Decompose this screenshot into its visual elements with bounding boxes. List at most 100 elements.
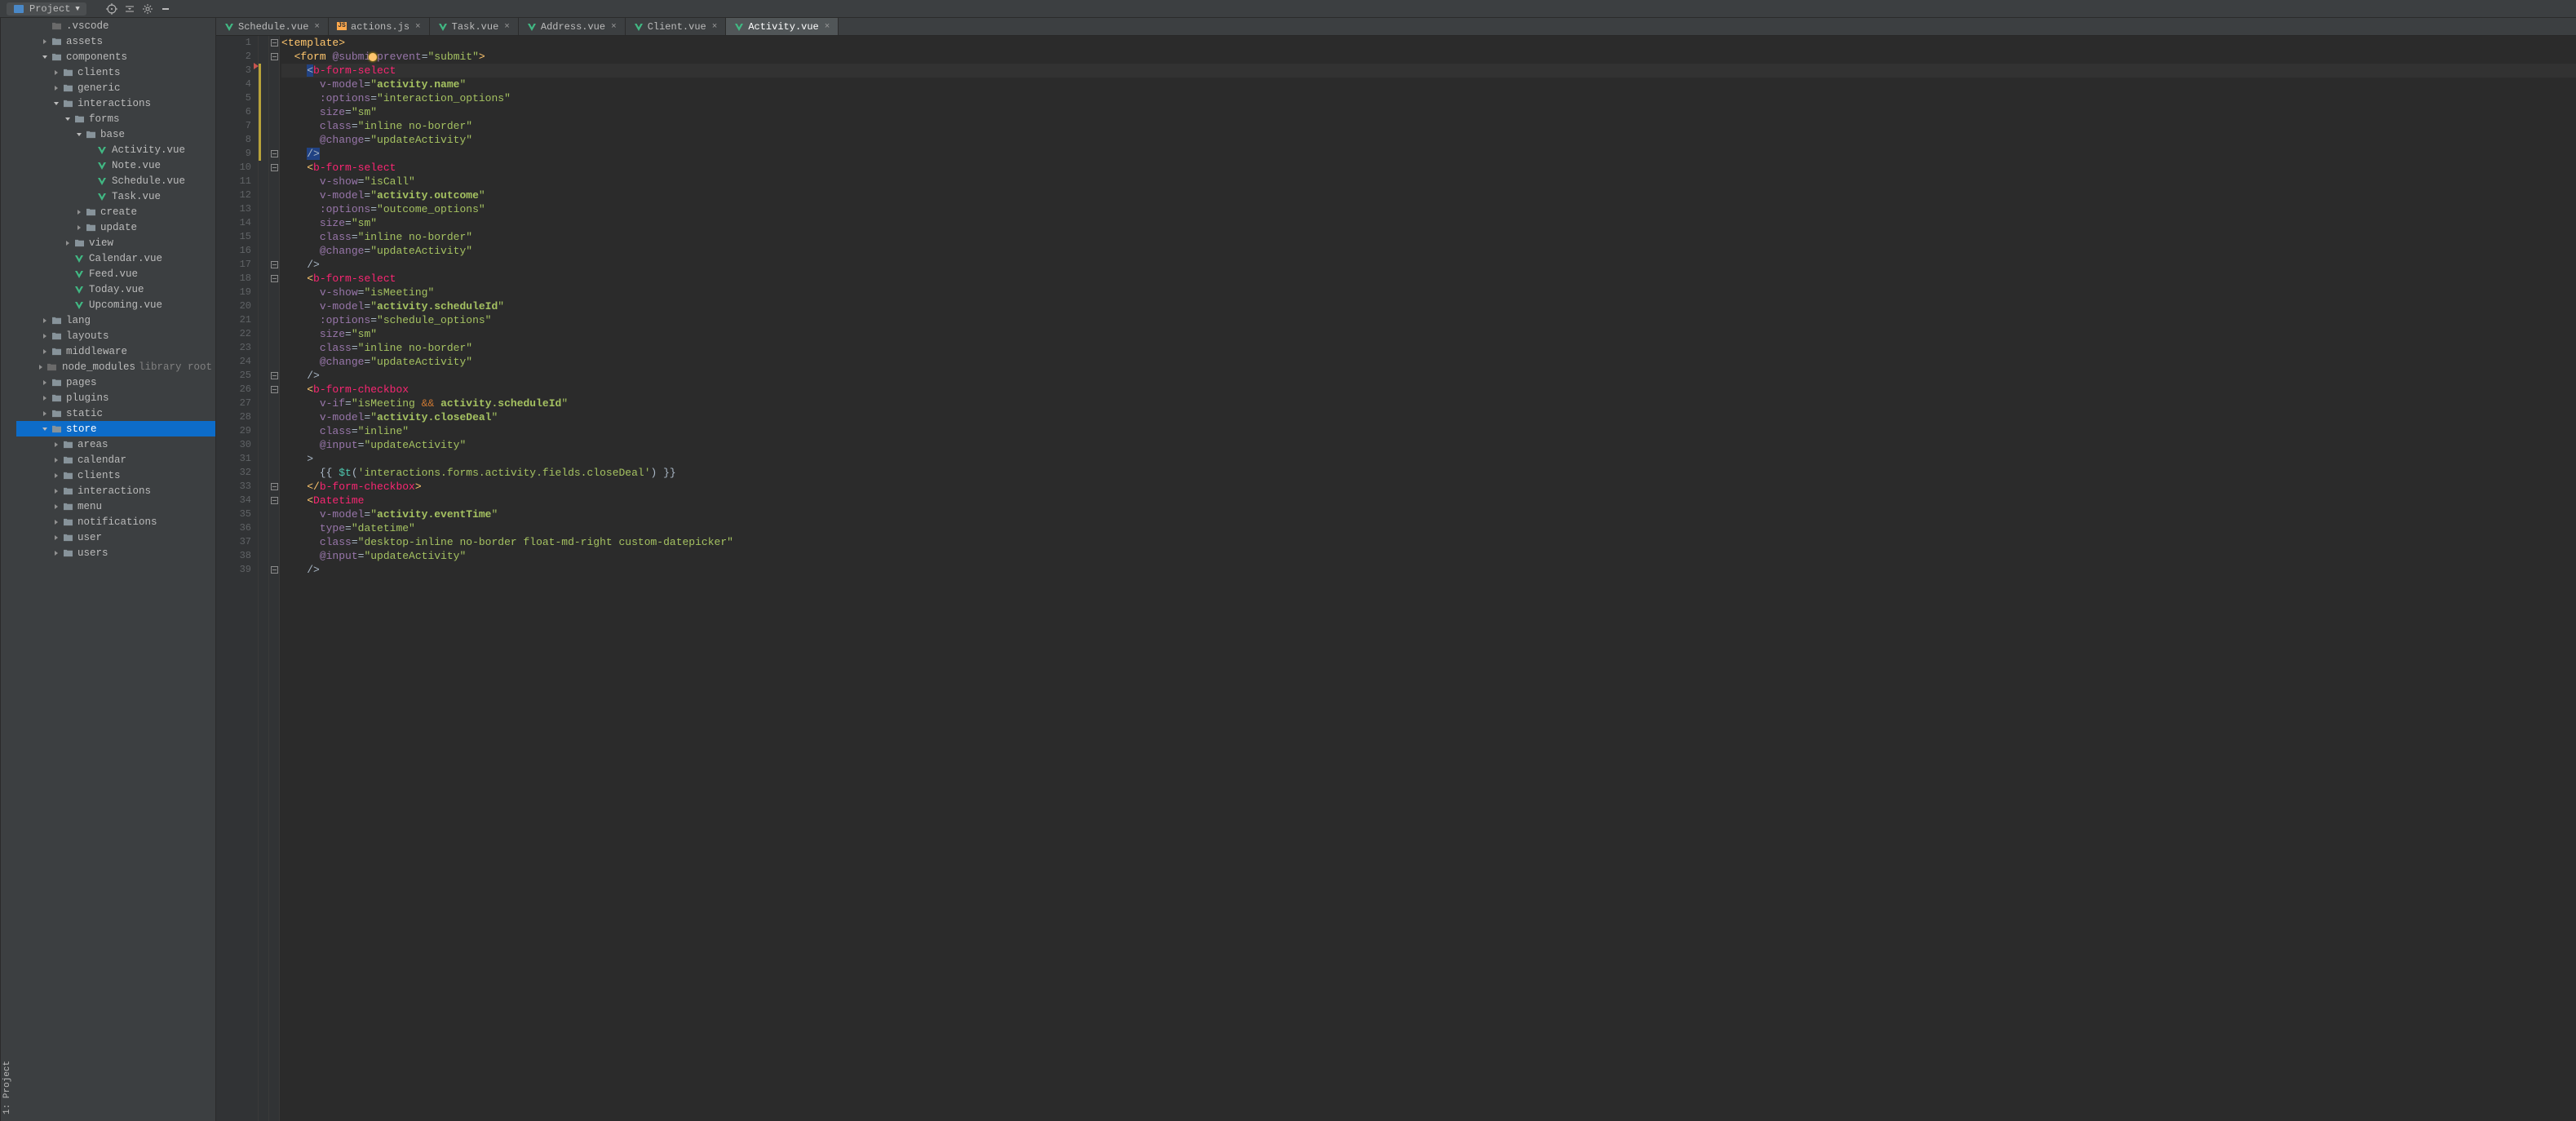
tree-item[interactable]: layouts xyxy=(16,328,215,343)
chevron-right-icon[interactable] xyxy=(41,317,49,325)
tree-item[interactable]: components xyxy=(16,49,215,64)
editor-tab[interactable]: Address.vue× xyxy=(519,18,626,35)
tree-item[interactable]: .vscode xyxy=(16,18,215,33)
close-icon[interactable]: × xyxy=(314,22,320,32)
tree-item[interactable]: lang xyxy=(16,312,215,328)
fold-icon[interactable] xyxy=(271,39,278,47)
tree-item[interactable]: view xyxy=(16,235,215,250)
code-line[interactable]: class="desktop-inline no-border float-md… xyxy=(281,535,2576,549)
minimize-icon[interactable] xyxy=(160,3,171,15)
tree-item[interactable]: static xyxy=(16,405,215,421)
close-icon[interactable]: × xyxy=(825,22,830,32)
chevron-right-icon[interactable] xyxy=(75,208,83,216)
chevron-right-icon[interactable] xyxy=(41,410,49,418)
editor-tab[interactable]: Activity.vue× xyxy=(726,18,839,35)
tree-item[interactable]: store xyxy=(16,421,215,436)
code-line[interactable]: /> xyxy=(281,258,2576,272)
tool-window-bar[interactable]: 1: Project xyxy=(0,18,16,1121)
tree-item[interactable]: menu xyxy=(16,498,215,514)
close-icon[interactable]: × xyxy=(611,22,617,32)
fold-icon[interactable] xyxy=(271,372,278,379)
target-icon[interactable] xyxy=(106,3,117,15)
tree-item[interactable]: Schedule.vue xyxy=(16,173,215,188)
tree-item[interactable]: Note.vue xyxy=(16,157,215,173)
code-line[interactable]: :options="schedule_options" xyxy=(281,313,2576,327)
code-line[interactable]: v-show="isMeeting" xyxy=(281,286,2576,299)
tree-item[interactable]: Upcoming.vue xyxy=(16,297,215,312)
chevron-right-icon[interactable] xyxy=(52,487,60,495)
code-line[interactable]: @change="updateActivity" xyxy=(281,355,2576,369)
fold-icon[interactable] xyxy=(271,275,278,282)
code-line[interactable]: type="datetime" xyxy=(281,521,2576,535)
tree-item[interactable]: areas xyxy=(16,436,215,452)
tree-item[interactable]: interactions xyxy=(16,483,215,498)
chevron-right-icon[interactable] xyxy=(64,239,72,247)
chevron-right-icon[interactable] xyxy=(52,472,60,480)
fold-icon[interactable] xyxy=(271,164,278,171)
tree-item[interactable]: pages xyxy=(16,374,215,390)
code-line[interactable]: v-model="activity.eventTime" xyxy=(281,507,2576,521)
code-line[interactable]: /> xyxy=(281,369,2576,383)
tree-item[interactable]: forms xyxy=(16,111,215,126)
chevron-down-icon[interactable] xyxy=(41,425,49,433)
code-line[interactable]: size="sm" xyxy=(281,105,2576,119)
chevron-right-icon[interactable] xyxy=(52,441,60,449)
tree-item[interactable]: assets xyxy=(16,33,215,49)
code-line[interactable]: class="inline no-border" xyxy=(281,341,2576,355)
tree-item[interactable]: generic xyxy=(16,80,215,95)
code-line[interactable]: :options="interaction_options" xyxy=(281,91,2576,105)
code-line[interactable]: <b-form-select xyxy=(281,64,2576,78)
chevron-right-icon[interactable] xyxy=(52,84,60,92)
code-line[interactable]: </b-form-checkbox> xyxy=(281,480,2576,494)
close-icon[interactable]: × xyxy=(504,22,510,32)
tree-item[interactable]: base xyxy=(16,126,215,142)
code-line[interactable]: @input="updateActivity" xyxy=(281,549,2576,563)
code-line[interactable]: <form @submi.prevent="submit"> xyxy=(281,50,2576,64)
tree-item[interactable]: clients xyxy=(16,467,215,483)
code-line[interactable]: {{ $t('interactions.forms.activity.field… xyxy=(281,466,2576,480)
chevron-right-icon[interactable] xyxy=(37,363,45,371)
tree-item[interactable]: users xyxy=(16,545,215,560)
code-line[interactable]: <b-form-select xyxy=(281,161,2576,175)
close-icon[interactable]: × xyxy=(712,22,718,32)
code-line[interactable]: v-model="activity.name" xyxy=(281,78,2576,91)
code-line[interactable]: :options="outcome_options" xyxy=(281,202,2576,216)
tree-item[interactable]: Today.vue xyxy=(16,281,215,297)
chevron-down-icon[interactable] xyxy=(52,100,60,108)
code-line[interactable]: <Datetime xyxy=(281,494,2576,507)
chevron-right-icon[interactable] xyxy=(52,69,60,77)
code-line[interactable]: class="inline" xyxy=(281,424,2576,438)
tree-item[interactable]: Activity.vue xyxy=(16,142,215,157)
code-line[interactable]: size="sm" xyxy=(281,327,2576,341)
chevron-right-icon[interactable] xyxy=(41,38,49,46)
chevron-right-icon[interactable] xyxy=(75,224,83,232)
chevron-down-icon[interactable] xyxy=(75,131,83,139)
tree-item[interactable]: notifications xyxy=(16,514,215,529)
chevron-right-icon[interactable] xyxy=(41,379,49,387)
tree-item[interactable]: user xyxy=(16,529,215,545)
code-line[interactable]: <b-form-checkbox xyxy=(281,383,2576,397)
tree-item[interactable]: create xyxy=(16,204,215,219)
tree-item[interactable]: middleware xyxy=(16,343,215,359)
chevron-right-icon[interactable] xyxy=(52,503,60,511)
chevron-right-icon[interactable] xyxy=(52,549,60,557)
code-line[interactable]: class="inline no-border" xyxy=(281,230,2576,244)
editor-tab[interactable]: Task.vue× xyxy=(430,18,519,35)
chevron-right-icon[interactable] xyxy=(52,456,60,464)
chevron-right-icon[interactable] xyxy=(52,534,60,542)
chevron-right-icon[interactable] xyxy=(41,394,49,402)
code-line[interactable]: v-model="activity.outcome" xyxy=(281,188,2576,202)
fold-icon[interactable] xyxy=(271,483,278,490)
tree-item[interactable]: Feed.vue xyxy=(16,266,215,281)
code-line[interactable]: @input="updateActivity" xyxy=(281,438,2576,452)
chevron-down-icon[interactable] xyxy=(41,53,49,61)
tree-item[interactable]: plugins xyxy=(16,390,215,405)
code-line[interactable]: <template> xyxy=(281,36,2576,50)
collapse-icon[interactable] xyxy=(124,3,135,15)
chevron-down-icon[interactable] xyxy=(64,115,72,123)
tree-item[interactable]: update xyxy=(16,219,215,235)
fold-icon[interactable] xyxy=(271,261,278,268)
code-line[interactable]: @change="updateActivity" xyxy=(281,133,2576,147)
code-line[interactable]: v-show="isCall" xyxy=(281,175,2576,188)
tree-item[interactable]: calendar xyxy=(16,452,215,467)
